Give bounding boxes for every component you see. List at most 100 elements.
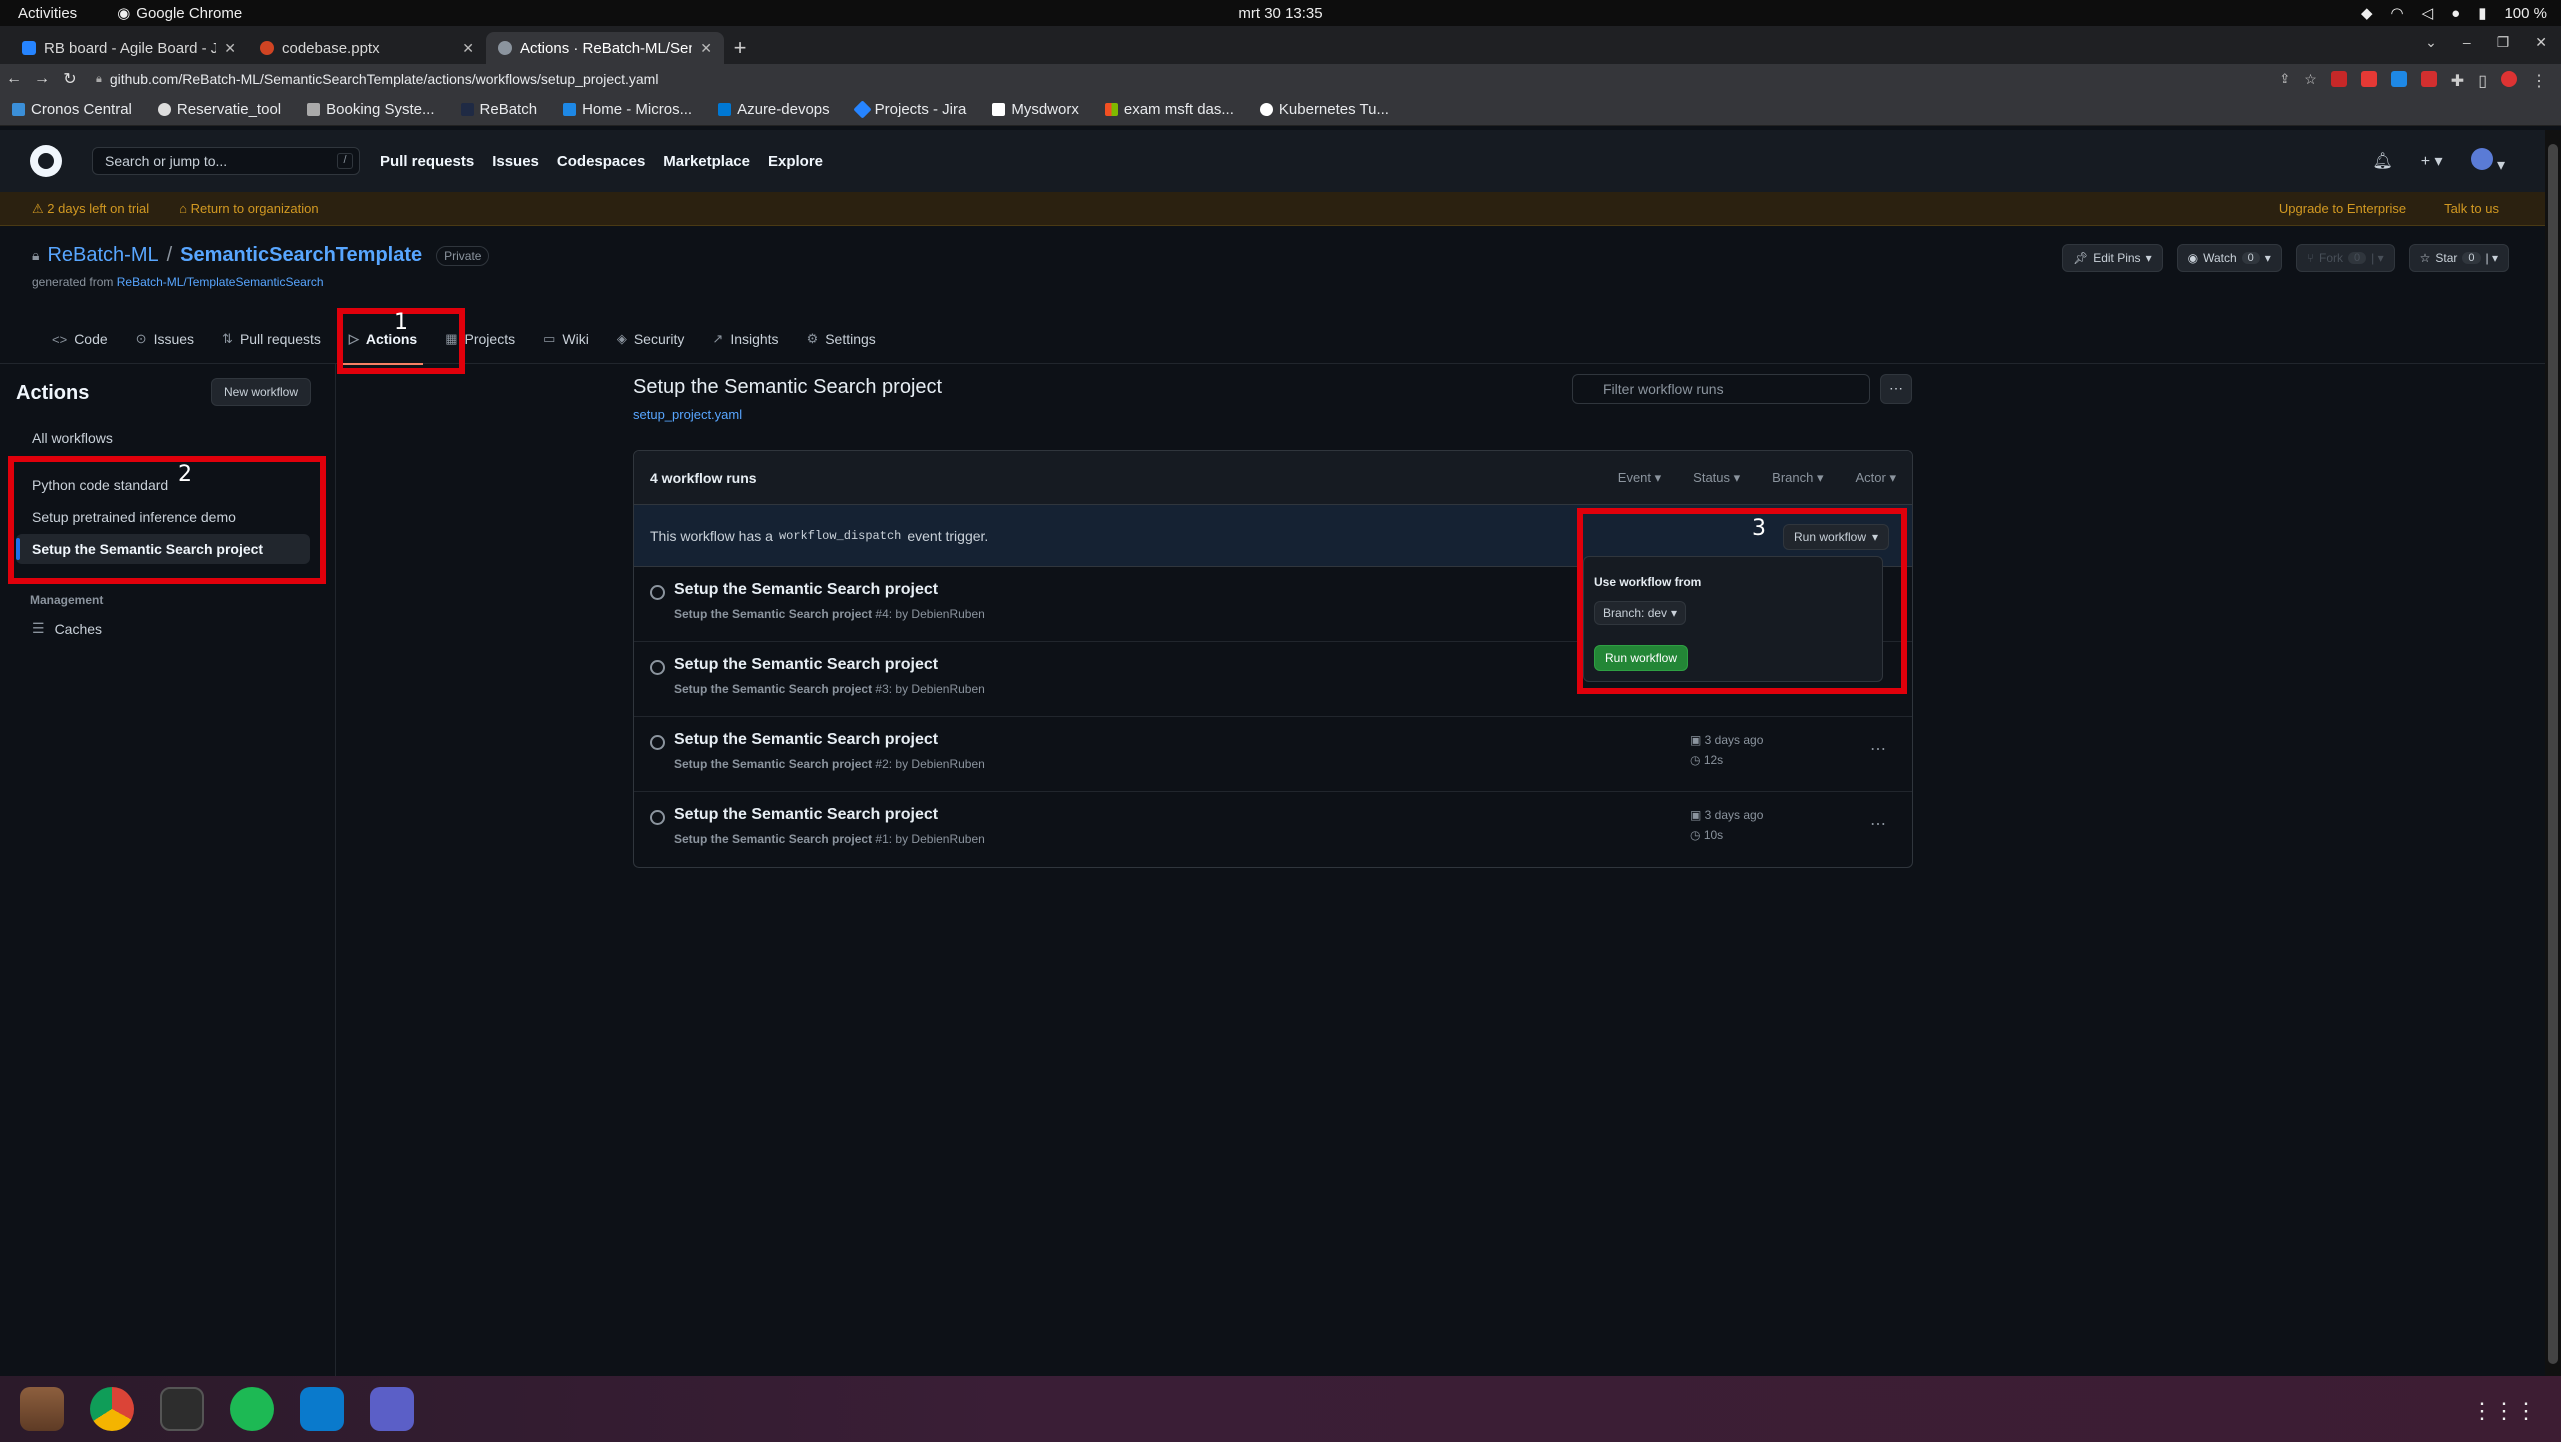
table-row[interactable]: Setup the Semantic Search project Setup …	[634, 717, 1912, 792]
run-date-text: 3 days ago	[1704, 733, 1764, 747]
nav-explore[interactable]: Explore	[768, 153, 823, 170]
plus-dropdown-icon[interactable]: + ▾	[2421, 151, 2443, 171]
workflow-file-link[interactable]: setup_project.yaml	[633, 407, 742, 422]
home-icon: ⌂	[179, 200, 191, 216]
branch-filter[interactable]: Branch ▾	[1772, 470, 1823, 486]
avatar[interactable]: ▾	[2470, 147, 2505, 175]
tab-pull-requests[interactable]: ⇅ Pull requests	[208, 314, 335, 364]
close-icon[interactable]: ✕	[700, 40, 712, 57]
puzzle-icon[interactable]: ✚	[2451, 71, 2464, 90]
forward-icon[interactable]: →	[28, 70, 56, 88]
profile-icon[interactable]	[2501, 71, 2517, 87]
close-icon[interactable]: ✕	[462, 40, 474, 57]
filter-runs-input[interactable]: Filter workflow runs	[1572, 374, 1870, 404]
tab-wiki[interactable]: ▭ Wiki	[529, 314, 603, 364]
table-row[interactable]: Setup the Semantic Search project Setup …	[634, 792, 1912, 867]
bookmark-icon	[460, 103, 474, 116]
star-button[interactable]: ☆ Star 0 | ▾	[2408, 244, 2509, 272]
show-apps-icon[interactable]: ⋮⋮⋮	[2471, 1398, 2537, 1424]
upgrade-link[interactable]: Upgrade to Enterprise	[2279, 201, 2406, 216]
star-count: 0	[2462, 252, 2481, 264]
address-bar[interactable]: 🔒︎ github.com/ReBatch-ML/SemanticSearchT…	[96, 67, 2279, 91]
new-workflow-button[interactable]: New workflow	[211, 378, 312, 406]
run-more-icon[interactable]: ⋯	[1870, 814, 1886, 834]
bell-icon[interactable]: 🔔︎	[2372, 151, 2392, 171]
sidebar-item-all-workflows[interactable]: All workflows	[16, 423, 310, 453]
bookmark[interactable]: ReBatch	[460, 101, 537, 118]
extension-icon[interactable]	[2420, 71, 2437, 87]
bookmark[interactable]: Mysdworx	[992, 101, 1079, 118]
menu-icon[interactable]: ⋮	[2531, 71, 2547, 90]
repo-owner-link[interactable]: ReBatch-ML	[47, 244, 158, 267]
more-options-button[interactable]: ⋯	[1880, 374, 1912, 404]
bookmark[interactable]: Home - Micros...	[563, 101, 692, 118]
run-name[interactable]: Setup the Semantic Search project	[674, 656, 938, 674]
sidepanel-icon[interactable]: ▯	[2478, 71, 2487, 90]
repo-name-link[interactable]: SemanticSearchTemplate	[180, 244, 422, 267]
bookmark[interactable]: exam msft das...	[1104, 101, 1234, 118]
extension-icon[interactable]	[2390, 71, 2407, 87]
reload-icon[interactable]: ↻	[56, 69, 84, 89]
terminal-app-icon[interactable]	[160, 1387, 204, 1431]
maximize-icon[interactable]: ❐	[2497, 34, 2510, 51]
close-icon[interactable]: ✕	[224, 40, 236, 57]
return-to-org-link[interactable]: ⌂ Return to organization	[179, 201, 318, 217]
watch-button[interactable]: ◉ Watch 0 ▾	[2176, 244, 2282, 272]
template-repo-link[interactable]: ReBatch-ML/TemplateSemanticSearch	[117, 275, 324, 289]
vscode-app-icon[interactable]	[300, 1387, 344, 1431]
teams-app-icon[interactable]	[370, 1387, 414, 1431]
extension-icon[interactable]	[2360, 71, 2377, 87]
spotify-app-icon[interactable]	[230, 1387, 274, 1431]
tab-settings[interactable]: ⚙ Settings	[793, 314, 890, 364]
status-filter[interactable]: Status ▾	[1693, 470, 1740, 486]
tab-insights[interactable]: ↗ Insights	[698, 314, 792, 364]
edit-pins-button[interactable]: 📌︎ Edit Pins ▾	[2061, 244, 2163, 272]
browser-tab[interactable]: codebase.pptx ✕	[248, 32, 486, 64]
search-input[interactable]: Search or jump to... /	[92, 147, 360, 175]
clock[interactable]: mrt 30 13:35	[1238, 5, 1322, 22]
nav-marketplace[interactable]: Marketplace	[663, 153, 750, 170]
chrome-app-icon[interactable]	[90, 1387, 134, 1431]
nav-pull-requests[interactable]: Pull requests	[380, 153, 474, 170]
bookmark[interactable]: Booking Syste...	[307, 101, 435, 118]
tab-title: RB board - Agile Board - J	[44, 39, 217, 57]
bookmark[interactable]: Reservatie_tool	[157, 101, 281, 118]
github-logo-icon[interactable]	[30, 145, 62, 177]
talk-to-us-link[interactable]: Talk to us	[2444, 201, 2499, 216]
run-name[interactable]: Setup the Semantic Search project	[674, 581, 938, 599]
run-more-icon[interactable]: ⋯	[1870, 739, 1886, 759]
bookmark[interactable]: Kubernetes Tu...	[1259, 101, 1389, 118]
scrollbar-thumb[interactable]	[2548, 144, 2558, 1364]
tab-code[interactable]: <> Code	[38, 314, 122, 364]
event-filter[interactable]: Event ▾	[1618, 470, 1661, 486]
header-actions: 🔔︎ + ▾ ▾	[2372, 147, 2505, 175]
fork-button[interactable]: ⑂ Fork 0 | ▾	[2295, 244, 2395, 272]
star-icon: ☆	[2419, 251, 2431, 265]
run-name[interactable]: Setup the Semantic Search project	[674, 806, 938, 824]
files-app-icon[interactable]	[20, 1387, 64, 1431]
browser-tab[interactable]: RB board - Agile Board - J ✕	[10, 32, 248, 64]
bookmark[interactable]: Azure-devops	[718, 101, 830, 118]
run-name[interactable]: Setup the Semantic Search project	[674, 731, 938, 749]
actor-filter[interactable]: Actor ▾	[1856, 470, 1896, 486]
activities-button[interactable]: Activities	[18, 5, 77, 22]
tab-issues[interactable]: ⊙ Issues	[122, 314, 208, 364]
app-menu[interactable]: ◉ Google Chrome	[117, 4, 242, 23]
back-icon[interactable]: ←	[0, 70, 28, 88]
tab-search-icon[interactable]: ⌄	[2425, 34, 2437, 51]
sidebar-item-caches[interactable]: ☰ Caches	[32, 620, 102, 637]
bookmark-star-icon[interactable]: ☆	[2304, 71, 2317, 87]
extension-icon[interactable]	[2330, 71, 2347, 87]
minimize-icon[interactable]: –	[2463, 34, 2471, 51]
window-close-icon[interactable]: ✕	[2535, 34, 2547, 51]
share-icon[interactable]: ⇪	[2279, 71, 2290, 87]
system-tray[interactable]: ◆ ◠ ◁ ● ▮ 100 %	[2361, 4, 2547, 23]
tab-security[interactable]: ◈ Security	[603, 314, 699, 364]
new-tab-button[interactable]: +	[724, 32, 756, 64]
bookmark[interactable]: Cronos Central	[12, 101, 132, 118]
page-scrollbar[interactable]	[2545, 130, 2561, 1376]
nav-codespaces[interactable]: Codespaces	[557, 153, 645, 170]
browser-tab-active[interactable]: Actions · ReBatch-ML/Sen ✕	[486, 32, 724, 64]
bookmark[interactable]: Projects - Jira	[852, 100, 966, 119]
nav-issues[interactable]: Issues	[492, 153, 539, 170]
